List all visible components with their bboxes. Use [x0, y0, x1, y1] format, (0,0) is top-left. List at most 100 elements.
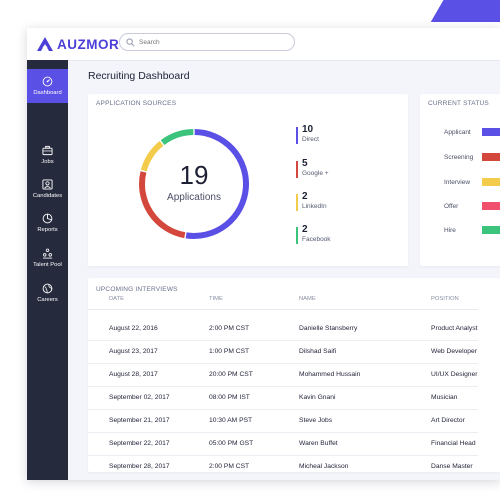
cell-position: Product Analyst — [431, 325, 478, 332]
cell-time: 1:00 PM CST — [209, 348, 250, 355]
table-row[interactable]: September 02, 2017 08:00 PM IST Kavin Gn… — [88, 387, 478, 410]
cell-position: Web Developer — [431, 348, 477, 355]
search-box[interactable] — [119, 33, 295, 51]
application-sources-card: APPLICATION SOURCES 19 Applications 10 D… — [88, 94, 408, 266]
status-bar — [482, 202, 500, 210]
cell-date: August 23, 2017 — [109, 348, 158, 355]
cell-name: Kavin Gnani — [299, 394, 336, 401]
cell-name: Mohammed Hussain — [299, 371, 361, 378]
cell-name: Waren Buffet — [299, 440, 338, 447]
cell-position: Musician — [431, 394, 458, 401]
sidebar-item-label: Jobs — [41, 159, 54, 165]
top-bar: AUZMOR — [27, 28, 500, 61]
status-row-hire: Hire — [428, 226, 500, 236]
donut-caption: Applications — [167, 192, 221, 203]
table-row[interactable]: August 28, 2017 20:00 PM CST Mohammed Hu… — [88, 364, 478, 387]
legend-name: Google + — [302, 170, 329, 177]
current-status-card: CURRENT STATUS Applicant Screening Inter… — [420, 94, 500, 266]
legend-color-bar — [296, 161, 298, 178]
status-label: Offer — [444, 203, 459, 210]
cell-position: Danse Master — [431, 463, 473, 470]
table-row[interactable]: August 22, 2016 2:00 PM CST Danielle Sta… — [88, 318, 478, 341]
status-bar — [482, 153, 500, 161]
app-window: AUZMOR Dashboard Jobs — [27, 28, 500, 480]
sidebar: Dashboard Jobs Candidates Reports Talent… — [27, 60, 68, 480]
legend-item-direct: 10 Direct — [296, 125, 319, 153]
table-row[interactable]: September 28, 2017 2:00 PM CST Micheal J… — [88, 456, 478, 478]
upcoming-interviews-card: UPCOMING INTERVIEWS DATE TIME NAME POSIT… — [88, 278, 500, 472]
status-row-screening: Screening — [428, 153, 500, 163]
legend-count: 10 — [302, 124, 314, 135]
cell-name: Steve Jobs — [299, 417, 333, 424]
status-label: Screening — [444, 154, 474, 161]
cell-date: September 28, 2017 — [109, 463, 170, 470]
legend-name: Direct — [302, 136, 319, 143]
talent-pool-icon — [42, 248, 53, 259]
sidebar-item-reports[interactable]: Reports — [27, 206, 68, 240]
sidebar-item-jobs[interactable]: Jobs — [27, 138, 68, 172]
legend-count: 5 — [302, 158, 308, 169]
status-label: Hire — [444, 227, 456, 234]
sidebar-item-talent-pool[interactable]: Talent Pool — [27, 241, 68, 275]
auzmor-logo-icon — [37, 37, 53, 51]
status-bar — [482, 178, 500, 186]
header-divider — [88, 309, 478, 310]
legend-name: Facebook — [302, 236, 331, 243]
cell-name: Dilshad Saifi — [299, 348, 337, 355]
page-title: Recruiting Dashboard — [88, 70, 190, 82]
table-row[interactable]: September 21, 2017 10:30 AM PST Steve Jo… — [88, 410, 478, 433]
legend-name: LinkedIn — [302, 203, 327, 210]
legend-item-facebook: 2 Facebook — [296, 225, 331, 253]
cell-date: September 22, 2017 — [109, 440, 170, 447]
donut-segment-facebook — [160, 129, 194, 146]
cell-date: August 28, 2017 — [109, 371, 158, 378]
column-header-date: DATE — [109, 296, 125, 302]
cell-time: 2:00 PM CST — [209, 463, 250, 470]
sidebar-item-careers[interactable]: Careers — [27, 276, 68, 310]
briefcase-icon — [42, 145, 53, 156]
status-row-offer: Offer — [428, 202, 500, 212]
cell-date: September 21, 2017 — [109, 417, 170, 424]
cell-time: 20:00 PM CST — [209, 371, 253, 378]
logo[interactable]: AUZMOR — [37, 35, 119, 53]
search-input[interactable] — [139, 38, 279, 46]
card-title: UPCOMING INTERVIEWS — [96, 286, 178, 293]
cell-position: Financial Head — [431, 440, 476, 447]
legend-item-google: 5 Google + — [296, 159, 329, 187]
status-bar — [482, 226, 500, 234]
corner-decoration — [430, 0, 500, 22]
status-row-interview: Interview — [428, 178, 500, 188]
cell-name: Micheal Jackson — [299, 463, 349, 470]
sidebar-item-label: Dashboard — [33, 90, 62, 96]
cell-position: Art Director — [431, 417, 465, 424]
sidebar-item-dashboard[interactable]: Dashboard — [27, 69, 68, 103]
cell-time: 10:30 AM PST — [209, 417, 253, 424]
column-header-time: TIME — [209, 296, 223, 302]
legend-count: 2 — [302, 191, 308, 202]
cell-date: August 22, 2016 — [109, 325, 158, 332]
legend-count: 2 — [302, 224, 308, 235]
donut-total: 19 — [179, 160, 209, 190]
logo-text: AUZMOR — [57, 36, 120, 52]
cell-name: Danielle Stansberry — [299, 325, 358, 332]
status-bar — [482, 128, 500, 136]
card-title: CURRENT STATUS — [428, 100, 489, 107]
legend-color-bar — [296, 194, 298, 211]
careers-globe-icon — [42, 283, 53, 294]
candidates-icon — [42, 179, 53, 190]
legend-item-linkedin: 2 LinkedIn — [296, 192, 327, 220]
column-header-name: NAME — [299, 296, 316, 302]
cell-time: 2:00 PM CST — [209, 325, 250, 332]
sidebar-item-label: Careers — [37, 297, 58, 303]
table-row[interactable]: September 22, 2017 05:00 PM GST Waren Bu… — [88, 433, 478, 456]
sidebar-item-label: Candidates — [32, 193, 63, 199]
sidebar-item-label: Reports — [37, 227, 58, 233]
search-icon — [126, 37, 135, 46]
cell-time: 08:00 PM IST — [209, 394, 250, 401]
cell-date: September 02, 2017 — [109, 394, 170, 401]
table-row[interactable]: August 23, 2017 1:00 PM CST Dilshad Saif… — [88, 341, 478, 364]
column-header-position: POSITION — [431, 296, 459, 302]
sidebar-item-candidates[interactable]: Candidates — [27, 172, 68, 206]
legend-color-bar — [296, 127, 298, 144]
status-row-applicant: Applicant — [428, 128, 500, 138]
